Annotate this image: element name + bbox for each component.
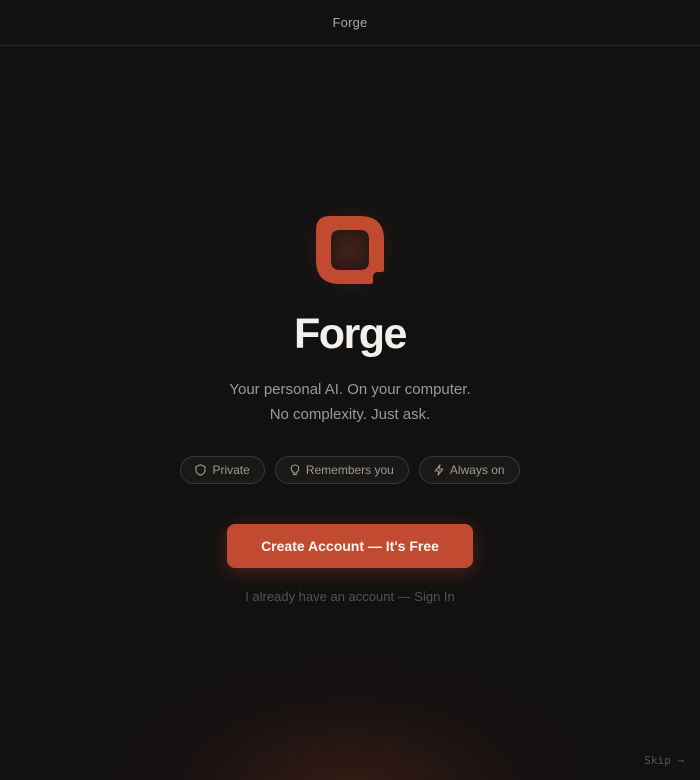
tagline-line-1: Your personal AI. On your computer. (229, 381, 471, 398)
sign-in-link[interactable]: I already have an account — Sign In (0, 589, 700, 604)
forge-logo-icon (316, 216, 384, 284)
lightning-icon (434, 464, 444, 476)
skip-button[interactable]: Skip → (644, 754, 684, 767)
feature-chip-private: Private (180, 456, 265, 484)
feature-chip-label: Always on (449, 463, 505, 477)
feature-chip-label: Remembers you (305, 463, 394, 477)
tagline-line-2: No complexity. Just ask. (269, 406, 431, 423)
window-title: Forge (332, 15, 368, 30)
feature-chip-remembers: Remembers you (274, 456, 409, 484)
lightbulb-icon (290, 464, 300, 476)
logo-container (300, 200, 400, 300)
brand-name: Forge (294, 310, 407, 358)
feature-chip-always-on: Always on (418, 456, 520, 484)
shield-icon (195, 464, 207, 476)
feature-chips: Private Remembers you Always on (0, 456, 700, 484)
onboarding-screen: Forge Forge Your personal AI. On your co… (0, 0, 700, 780)
feature-chip-label: Private (212, 463, 250, 477)
create-account-button[interactable]: Create Account — It's Free (227, 524, 473, 568)
title-bar: Forge (0, 0, 700, 46)
